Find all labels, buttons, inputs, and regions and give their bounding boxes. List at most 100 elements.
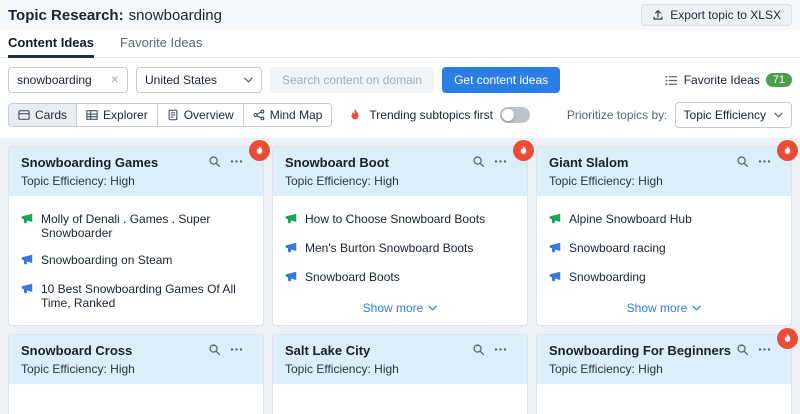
top-tabs: Content Ideas Favorite Ideas: [0, 30, 800, 58]
search-input[interactable]: snowboarding ✕: [8, 67, 128, 93]
export-xlsx-button[interactable]: Export topic to XLSX: [641, 4, 792, 26]
trending-toggle[interactable]: [500, 107, 530, 123]
search-domain-button[interactable]: Search content on domain: [270, 67, 434, 93]
favorites-label: Favorite Ideas: [684, 73, 760, 87]
card-menu-icon[interactable]: [758, 155, 771, 168]
trending-filter: Trending subtopics first: [348, 107, 530, 123]
tab-favorite-ideas[interactable]: Favorite Ideas: [120, 35, 202, 57]
idea-text: Molly of Denali . Games . Super Snowboar…: [41, 212, 251, 240]
card-search-icon[interactable]: [208, 343, 221, 356]
topic-efficiency: Topic Efficiency: High: [21, 362, 251, 376]
view-label: Cards: [35, 108, 67, 122]
idea-item[interactable]: Molly of Denali . Games . Super Snowboar…: [21, 212, 251, 240]
card-body: Alpine Snowboard Hub Snowboard racing Sn…: [537, 196, 791, 325]
prioritize-label: Prioritize topics by:: [567, 108, 668, 122]
view-cards[interactable]: Cards: [9, 104, 76, 126]
megaphone-icon: [285, 241, 297, 257]
prioritize-value: Topic Efficiency: [684, 108, 766, 122]
idea-text: How to Choose Snowboard Boots: [305, 212, 485, 226]
card-menu-icon[interactable]: [230, 343, 243, 356]
card-body: [273, 384, 527, 414]
show-more-link[interactable]: Show more: [285, 301, 515, 317]
cards-icon: [18, 109, 30, 121]
view-switcher: Cards Explorer Overview Mind Map: [8, 103, 332, 127]
idea-item[interactable]: Snowboarding: [549, 270, 779, 286]
card-menu-icon[interactable]: [758, 343, 771, 356]
overview-icon: [167, 109, 179, 121]
topic-efficiency: Topic Efficiency: High: [21, 174, 251, 188]
clear-search-icon[interactable]: ✕: [111, 75, 119, 86]
topic-efficiency: Topic Efficiency: High: [285, 362, 515, 376]
card-search-icon[interactable]: [472, 155, 485, 168]
chevron-down-icon: [774, 112, 783, 118]
card-menu-icon[interactable]: [494, 343, 507, 356]
card-header: Snowboard Cross Topic Efficiency: High: [9, 335, 263, 384]
chevron-down-icon: [244, 77, 253, 83]
topic-efficiency: Topic Efficiency: High: [549, 362, 779, 376]
export-label: Export topic to XLSX: [670, 8, 781, 22]
card-menu-icon[interactable]: [494, 155, 507, 168]
prioritize-control: Prioritize topics by: Topic Efficiency: [567, 102, 792, 128]
card-title: Snowboarding For Beginners: [549, 343, 731, 358]
idea-item[interactable]: Alpine Snowboard Hub: [549, 212, 779, 228]
card-search-icon[interactable]: [736, 155, 749, 168]
trending-fire-badge: [513, 140, 534, 161]
card-menu-icon[interactable]: [230, 155, 243, 168]
show-more-link[interactable]: Show more: [21, 323, 251, 325]
topic-card: Snowboard Boot Topic Efficiency: High Ho…: [272, 146, 528, 326]
view-overview[interactable]: Overview: [157, 104, 243, 126]
topic-cards-grid: Snowboarding Games Topic Efficiency: Hig…: [0, 138, 800, 414]
megaphone-icon: [549, 241, 561, 257]
card-header: Snowboarding For Beginners Topic Efficie…: [537, 335, 791, 384]
trending-fire-badge: [777, 328, 798, 349]
show-more-link[interactable]: Show more: [549, 301, 779, 317]
favorite-ideas-link[interactable]: Favorite Ideas 71: [665, 73, 792, 87]
show-more-label: Show more: [627, 301, 688, 315]
topic-card: Snowboard Cross Topic Efficiency: High: [8, 334, 264, 414]
search-toolbar: snowboarding ✕ United States Search cont…: [0, 58, 800, 102]
prioritize-select[interactable]: Topic Efficiency: [675, 102, 792, 128]
trending-label: Trending subtopics first: [369, 108, 493, 122]
country-select[interactable]: United States: [136, 67, 262, 93]
idea-item[interactable]: Snowboarding on Steam: [21, 253, 251, 269]
card-search-icon[interactable]: [472, 343, 485, 356]
idea-item[interactable]: How to Choose Snowboard Boots: [285, 212, 515, 228]
export-icon: [652, 9, 664, 21]
idea-text: 10 Best Snowboarding Games Of All Time, …: [41, 282, 251, 310]
card-header: Giant Slalom Topic Efficiency: High: [537, 147, 791, 196]
idea-text: Men's Burton Snowboard Boots: [305, 241, 473, 255]
trending-fire-badge: [777, 140, 798, 161]
view-explorer[interactable]: Explorer: [76, 104, 157, 126]
megaphone-icon: [21, 253, 33, 269]
idea-item[interactable]: Snowboard racing: [549, 241, 779, 257]
chevron-down-icon: [428, 305, 437, 311]
card-search-icon[interactable]: [208, 155, 221, 168]
megaphone-icon: [285, 270, 297, 286]
list-icon: [665, 74, 678, 87]
favorites-count-badge: 71: [766, 73, 792, 87]
page-title: Topic Research: snowboarding: [8, 7, 222, 24]
topic-card: Snowboarding For Beginners Topic Efficie…: [536, 334, 792, 414]
megaphone-icon: [549, 270, 561, 286]
idea-item[interactable]: 10 Best Snowboarding Games Of All Time, …: [21, 282, 251, 310]
card-title: Giant Slalom: [549, 155, 628, 170]
view-toolbar: Cards Explorer Overview Mind Map Trendin…: [0, 102, 800, 138]
page-title-prefix: Topic Research:: [8, 7, 124, 24]
idea-text: Snowboarding: [569, 270, 646, 284]
card-title: Snowboard Cross: [21, 343, 132, 358]
card-search-icon[interactable]: [736, 343, 749, 356]
view-label: Explorer: [103, 108, 148, 122]
idea-text: Snowboarding on Steam: [41, 253, 172, 267]
card-body: How to Choose Snowboard Boots Men's Burt…: [273, 196, 527, 325]
tab-content-ideas[interactable]: Content Ideas: [8, 35, 94, 58]
get-content-ideas-button[interactable]: Get content ideas: [442, 67, 560, 93]
view-mind-map[interactable]: Mind Map: [243, 104, 332, 126]
idea-item[interactable]: Snowboard Boots: [285, 270, 515, 286]
explorer-icon: [86, 109, 98, 121]
idea-item[interactable]: Men's Burton Snowboard Boots: [285, 241, 515, 257]
topic-efficiency: Topic Efficiency: High: [285, 174, 515, 188]
topic-card: Snowboarding Games Topic Efficiency: Hig…: [8, 146, 264, 326]
page-header: Topic Research: snowboarding Export topi…: [0, 0, 800, 30]
toggle-knob: [502, 109, 514, 121]
card-body: [9, 384, 263, 414]
